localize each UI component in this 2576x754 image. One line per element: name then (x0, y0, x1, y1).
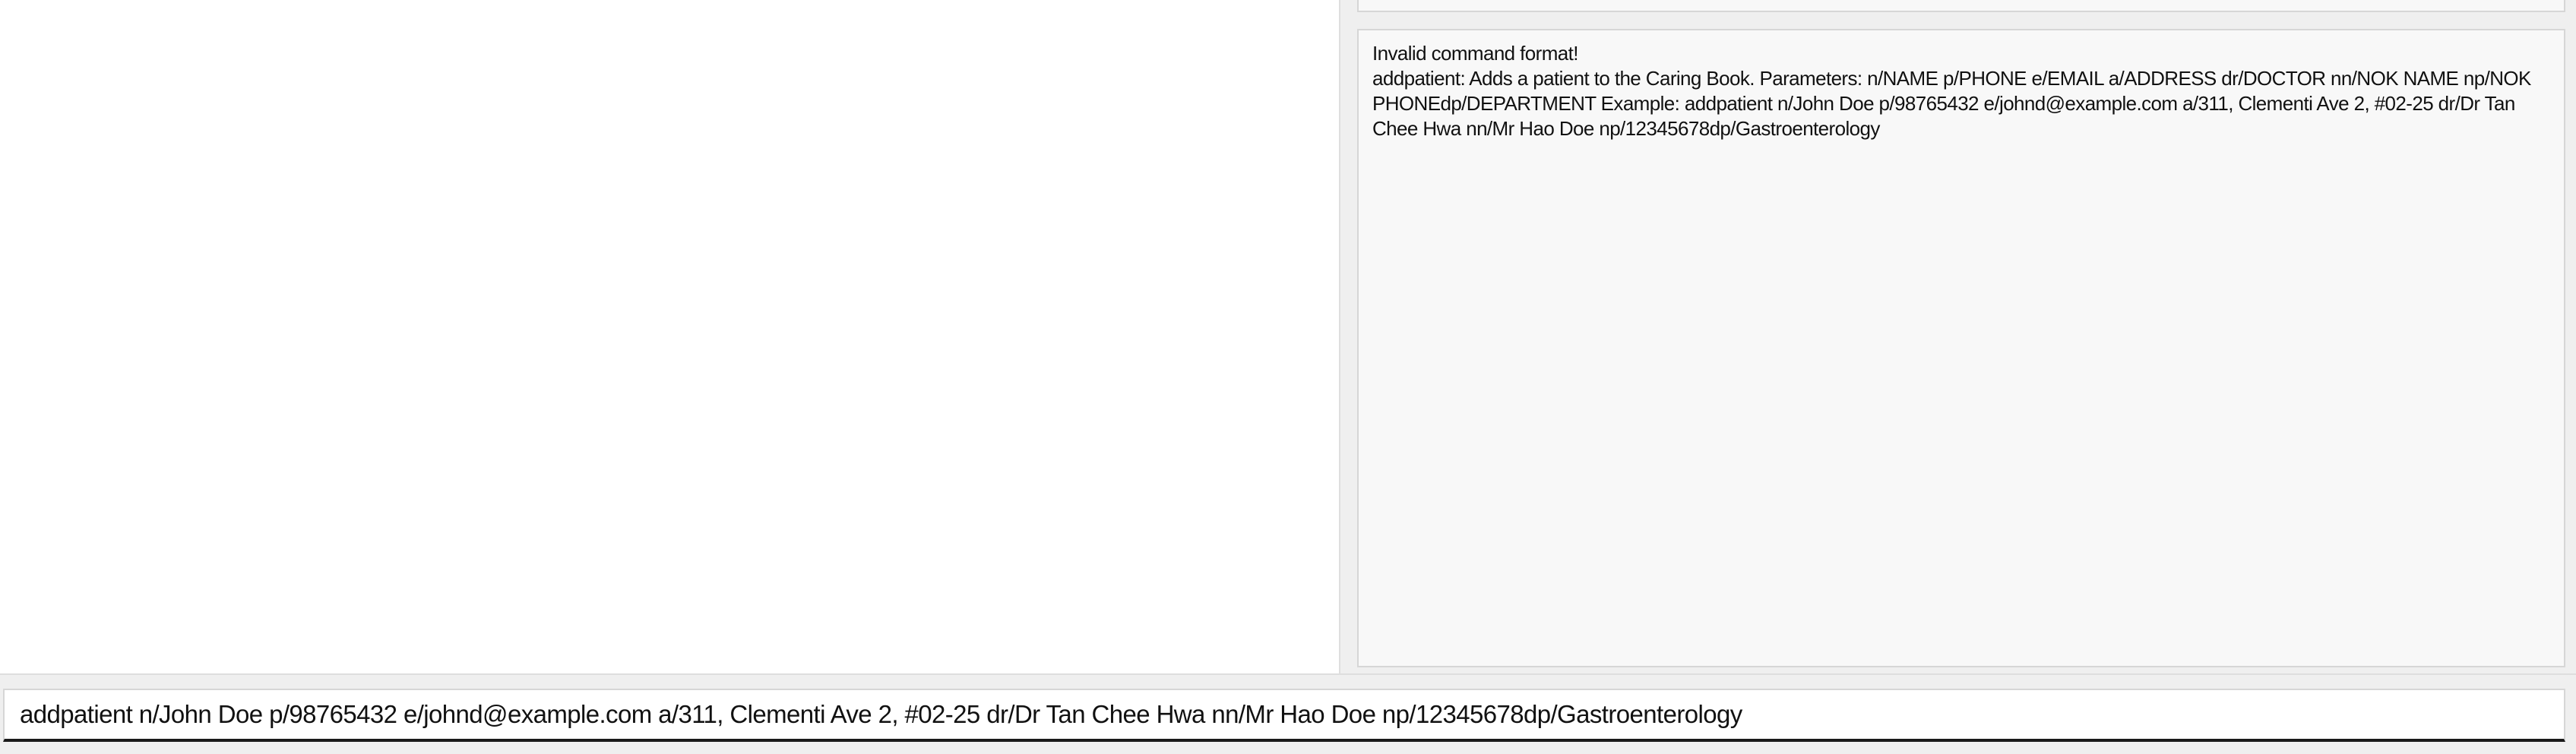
result-message-title: Invalid command format! (1372, 42, 1578, 65)
command-area: addpatient n/John Doe p/98765432 e/johnd… (0, 673, 2576, 754)
app-window: Invalid command format! addpatient: Adds… (0, 0, 2576, 754)
right-panel: Invalid command format! addpatient: Adds… (1339, 0, 2576, 673)
list-panel[interactable] (0, 0, 1339, 673)
result-message-usage: addpatient: Adds a patient to the Caring… (1372, 67, 2531, 140)
result-display[interactable]: Invalid command format! addpatient: Adds… (1357, 29, 2565, 667)
command-input[interactable]: addpatient n/John Doe p/98765432 e/johnd… (3, 689, 2565, 742)
top-panel-box (1357, 0, 2565, 12)
